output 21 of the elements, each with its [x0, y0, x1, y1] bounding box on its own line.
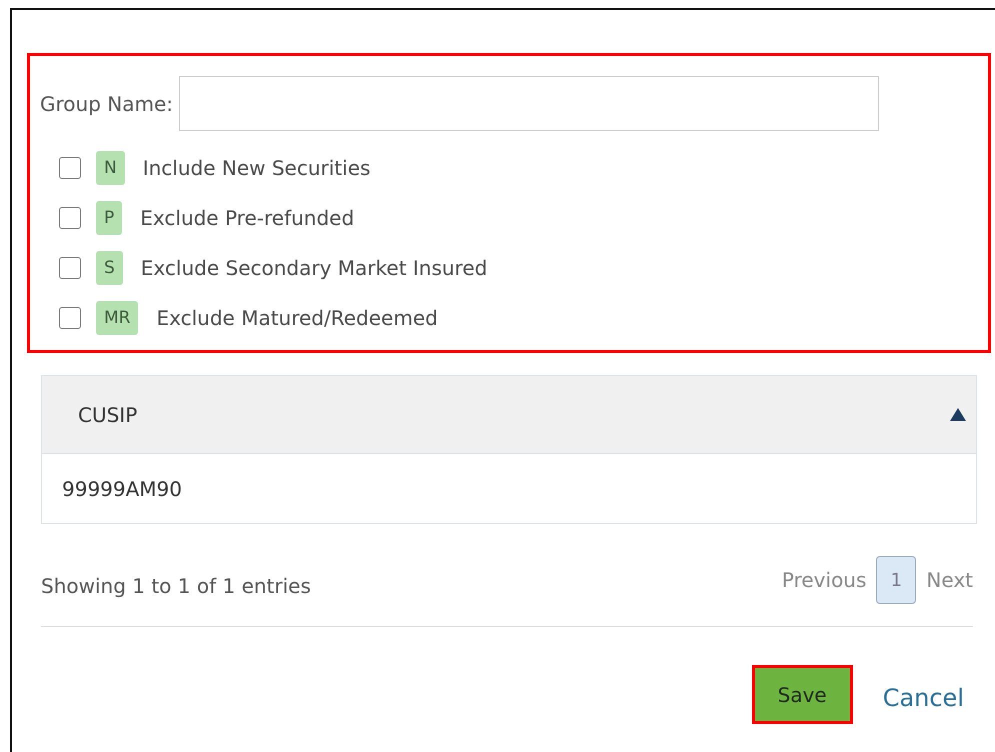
- flag-badge: P: [96, 200, 122, 234]
- cancel-link[interactable]: Cancel: [882, 684, 964, 712]
- page-button[interactable]: 1: [876, 556, 916, 604]
- table-cell-text: 99999AM90: [61, 476, 184, 502]
- group-name-label: Group Name:: [40, 92, 173, 116]
- flag-badge: MR: [96, 300, 138, 334]
- entries-info: Showing 1 to 1 of 1 entries: [41, 574, 311, 598]
- sort-ascending-icon[interactable]: [950, 408, 966, 421]
- option-label: Exclude Pre-refunded: [140, 206, 354, 230]
- checkbox[interactable]: [59, 256, 81, 278]
- checkbox[interactable]: [59, 206, 81, 228]
- option-label: Exclude Secondary Market Insured: [140, 256, 488, 280]
- flag-badge: N: [96, 150, 125, 184]
- flag-badge: S: [96, 250, 123, 284]
- group-name-field[interactable]: [179, 76, 879, 131]
- option-label: Exclude Matured/Redeemed: [156, 306, 438, 330]
- save-button[interactable]: Save: [752, 665, 853, 724]
- checkbox[interactable]: [59, 156, 81, 178]
- column-header[interactable]: CUSIP: [78, 402, 138, 426]
- checkbox[interactable]: [59, 306, 81, 328]
- option-label: Include New Securities: [142, 156, 370, 180]
